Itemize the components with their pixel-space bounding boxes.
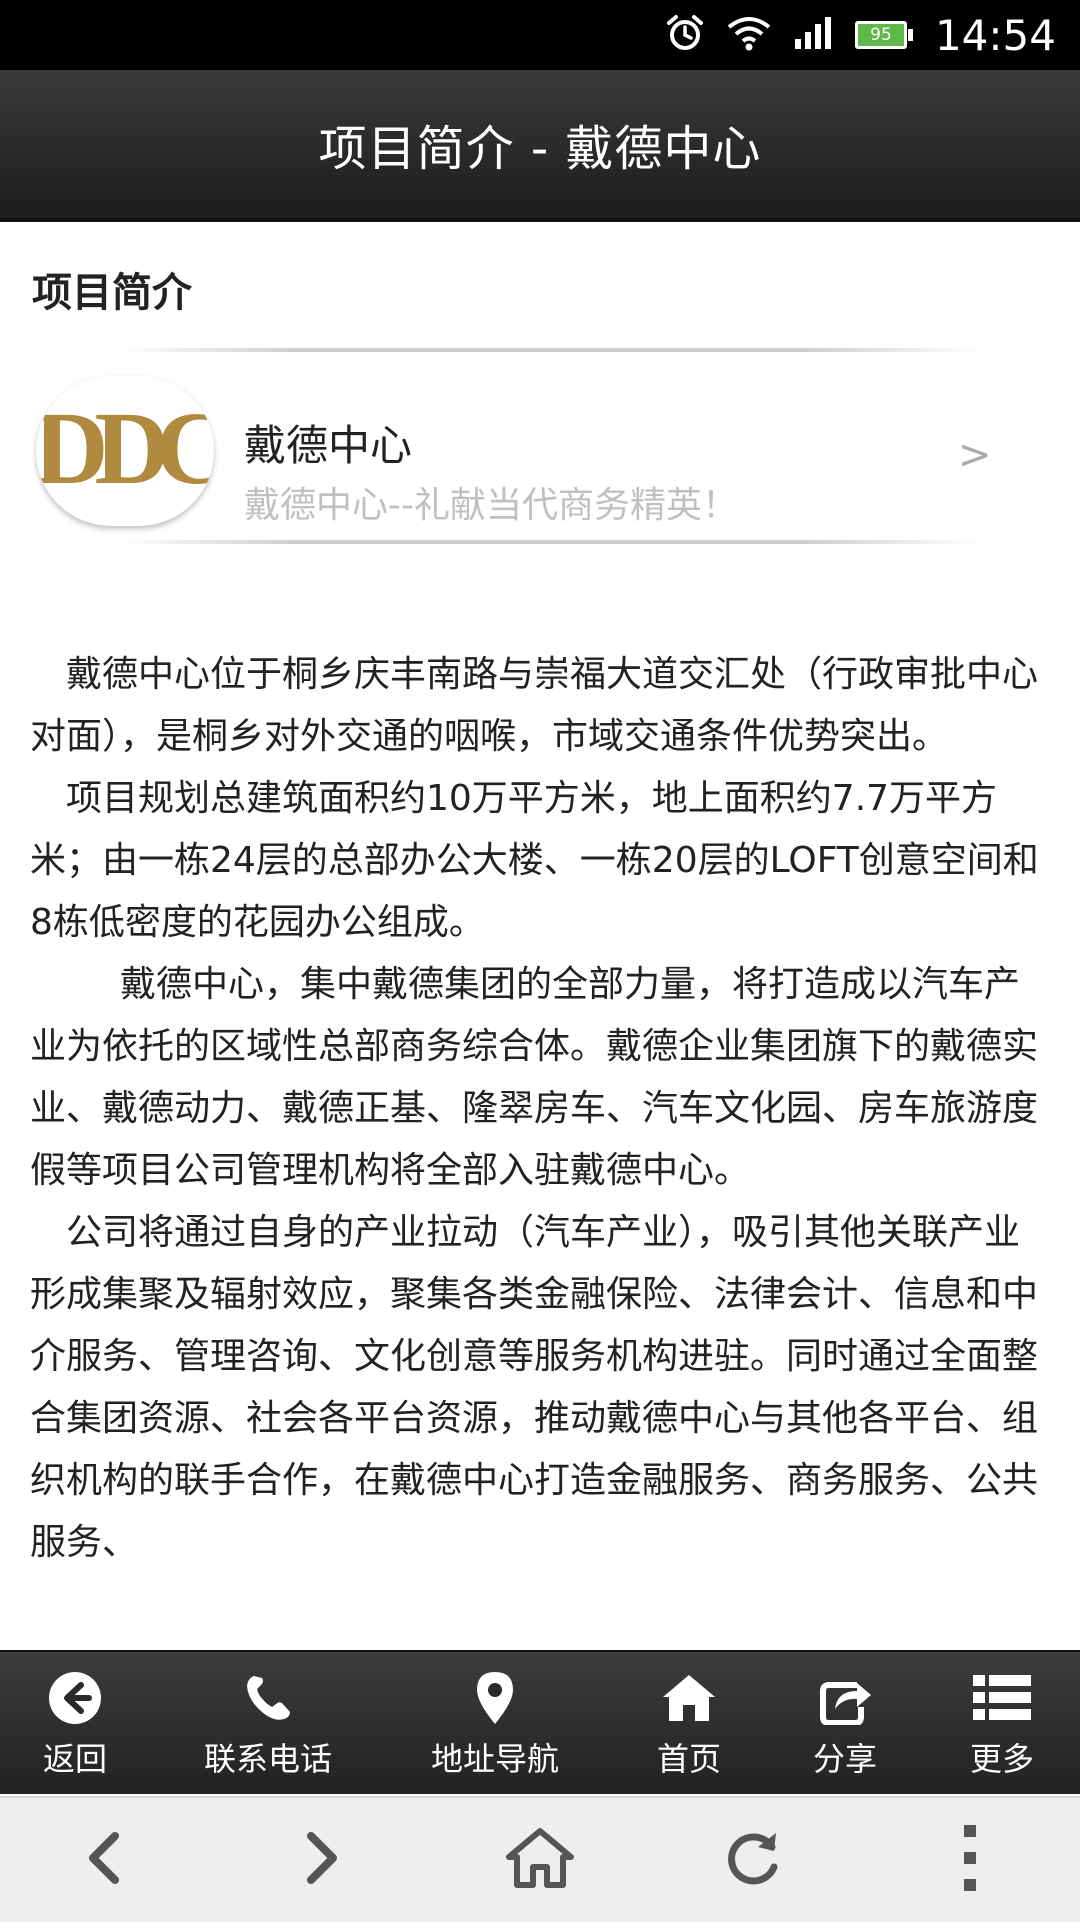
back-circle-icon xyxy=(45,1668,105,1728)
project-card[interactable]: DDC 戴德中心 戴德中心--礼献当代商务精英！ > xyxy=(0,360,1080,540)
forward-chevron-icon xyxy=(303,1830,343,1890)
toolbar-more-button[interactable]: 更多 xyxy=(922,1652,1080,1794)
page-title: 项目简介 - 戴德中心 xyxy=(318,121,762,177)
browser-refresh-button[interactable] xyxy=(693,1798,813,1922)
bottom-toolbar: 返回 联系电话 地址导航 首页 分享 更多 xyxy=(0,1650,1080,1794)
battery-icon: 95 xyxy=(854,21,913,49)
section-title: 项目简介 xyxy=(32,270,192,316)
wifi-icon xyxy=(727,15,771,55)
article-paragraph: 项目规划总建筑面积约10万平方米，地上面积约7.7万平方米；由一栋24层的总部办… xyxy=(30,778,1039,943)
toolbar-home-button[interactable]: 首页 xyxy=(609,1652,769,1794)
chevron-right-icon: > xyxy=(958,432,992,478)
divider xyxy=(120,540,980,544)
app-bar: 项目简介 - 戴德中心 xyxy=(0,70,1080,222)
divider xyxy=(120,348,980,352)
article-paragraph: 公司将通过自身的产业拉动（汽车产业），吸引其他关联产业形成集聚及辐射效应，聚集各… xyxy=(30,1212,1039,1563)
article-paragraph: 戴德中心位于桐乡庆丰南路与崇福大道交汇处（行政审批中心对面），是桐乡对外交通的咽… xyxy=(30,654,1039,757)
toolbar-label: 返回 xyxy=(42,1740,107,1778)
back-chevron-icon xyxy=(83,1830,123,1890)
main-content[interactable]: 项目简介 DDC 戴德中心 戴德中心--礼献当代商务精英！ > 戴德中心位于桐乡… xyxy=(0,222,1080,1650)
toolbar-share-button[interactable]: 分享 xyxy=(765,1652,925,1794)
toolbar-navigation-button[interactable]: 地址导航 xyxy=(415,1652,575,1794)
toolbar-label: 联系电话 xyxy=(203,1740,332,1778)
refresh-icon xyxy=(722,1827,784,1893)
article-body: 戴德中心位于桐乡庆丰南路与崇福大道交汇处（行政审批中心对面），是桐乡对外交通的咽… xyxy=(30,644,1050,1574)
phone-icon xyxy=(238,1668,298,1728)
browser-back-button[interactable] xyxy=(43,1798,163,1922)
status-icons: 95 14:54 xyxy=(665,0,1056,70)
toolbar-back-button[interactable]: 返回 xyxy=(0,1652,155,1794)
status-bar: 95 14:54 xyxy=(0,0,1080,70)
article-paragraph: 戴德中心，集中戴德集团的全部力量，将打造成以汽车产业为依托的区域性总部商务综合体… xyxy=(30,964,1039,1191)
project-description: 戴德中心--礼献当代商务精英！ xyxy=(244,485,738,526)
map-pin-icon xyxy=(465,1668,525,1728)
status-time: 14:54 xyxy=(934,10,1056,60)
browser-home-button[interactable] xyxy=(480,1798,600,1922)
browser-overflow-button[interactable] xyxy=(910,1798,1030,1922)
svg-text:DDC: DDC xyxy=(36,391,214,506)
list-icon xyxy=(972,1668,1032,1728)
toolbar-phone-button[interactable]: 联系电话 xyxy=(188,1652,348,1794)
signal-icon xyxy=(793,15,833,55)
toolbar-label: 分享 xyxy=(812,1740,877,1778)
home-icon xyxy=(659,1668,719,1728)
toolbar-label: 首页 xyxy=(656,1740,721,1778)
company-logo: DDC xyxy=(36,376,214,526)
toolbar-label: 更多 xyxy=(969,1740,1034,1778)
home-icon xyxy=(505,1827,575,1893)
alarm-icon xyxy=(665,13,705,57)
ddc-logo-mark: DDC xyxy=(36,391,214,506)
toolbar-label: 地址导航 xyxy=(430,1740,559,1778)
battery-level: 95 xyxy=(854,21,907,49)
browser-nav-bar xyxy=(0,1796,1080,1922)
overflow-menu-icon xyxy=(962,1823,978,1897)
share-icon xyxy=(815,1668,875,1728)
browser-forward-button[interactable] xyxy=(263,1798,383,1922)
project-name: 戴德中心 xyxy=(244,421,413,470)
